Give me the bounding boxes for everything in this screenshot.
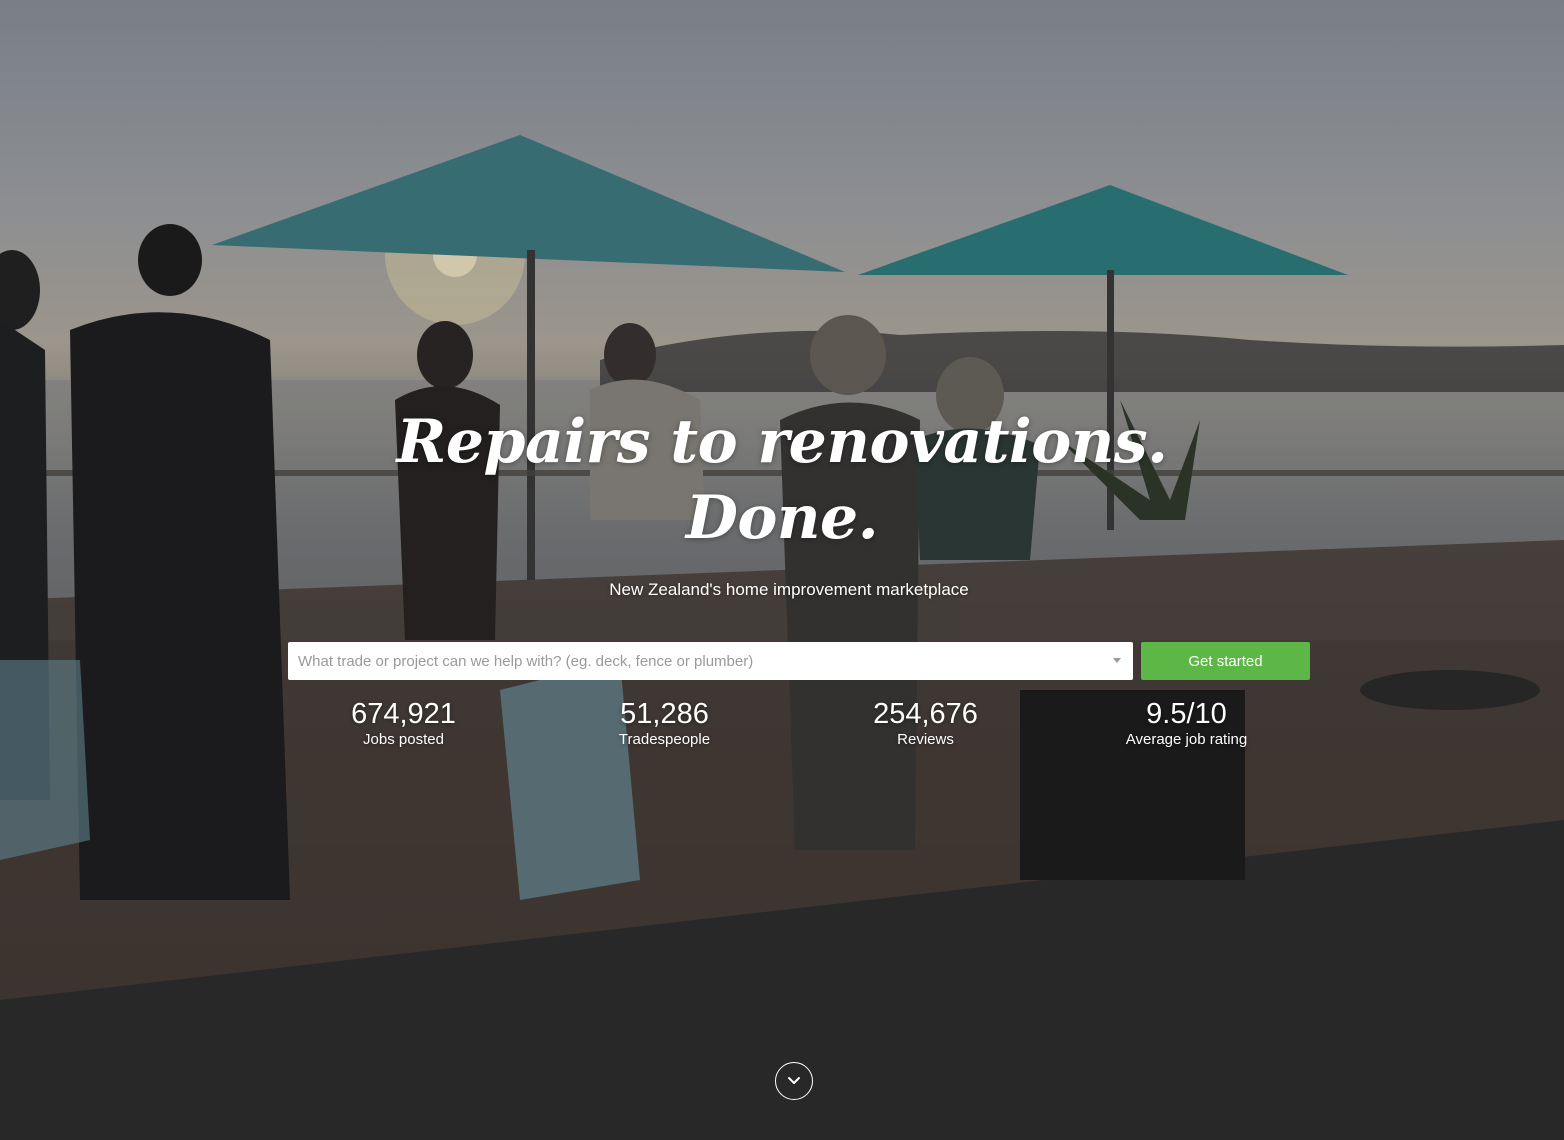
- search-input[interactable]: [288, 642, 1103, 680]
- dark-overlay: [0, 0, 1564, 1140]
- scroll-down-button[interactable]: [775, 1062, 813, 1100]
- headline-line-1: Repairs to renovations.: [396, 407, 1168, 477]
- stat-label: Jobs posted: [363, 731, 444, 748]
- headline-line-2: Done.: [685, 483, 879, 553]
- stats-row: 674,921 Jobs posted 51,286 Tradespeople …: [273, 697, 1317, 757]
- headline: Repairs to renovations. Done.: [0, 404, 1564, 556]
- stat-value: 254,676: [873, 698, 978, 730]
- search-row: Get started: [288, 642, 1310, 680]
- search-box: [288, 642, 1133, 680]
- chevron-down-icon: [788, 1077, 800, 1084]
- stat-label: Reviews: [897, 731, 954, 748]
- stat-jobs-posted: 674,921 Jobs posted: [273, 697, 534, 757]
- stat-label: Average job rating: [1125, 731, 1248, 748]
- stat-average-rating: 9.5/10 Average job rating: [1056, 697, 1317, 757]
- stat-reviews: 254,676 Reviews: [795, 697, 1056, 757]
- hero-section: Repairs to renovations. Done. New Zealan…: [0, 0, 1564, 1140]
- stat-value: 674,921: [351, 698, 456, 730]
- stat-tradespeople: 51,286 Tradespeople: [534, 697, 795, 757]
- caret-down-icon[interactable]: [1113, 658, 1121, 663]
- stat-value: 9.5/10: [1146, 698, 1227, 730]
- stat-value: 51,286: [620, 698, 709, 730]
- get-started-button[interactable]: Get started: [1141, 642, 1310, 680]
- subtitle: New Zealand's home improvement marketpla…: [609, 580, 969, 599]
- stat-label: Tradespeople: [618, 731, 711, 748]
